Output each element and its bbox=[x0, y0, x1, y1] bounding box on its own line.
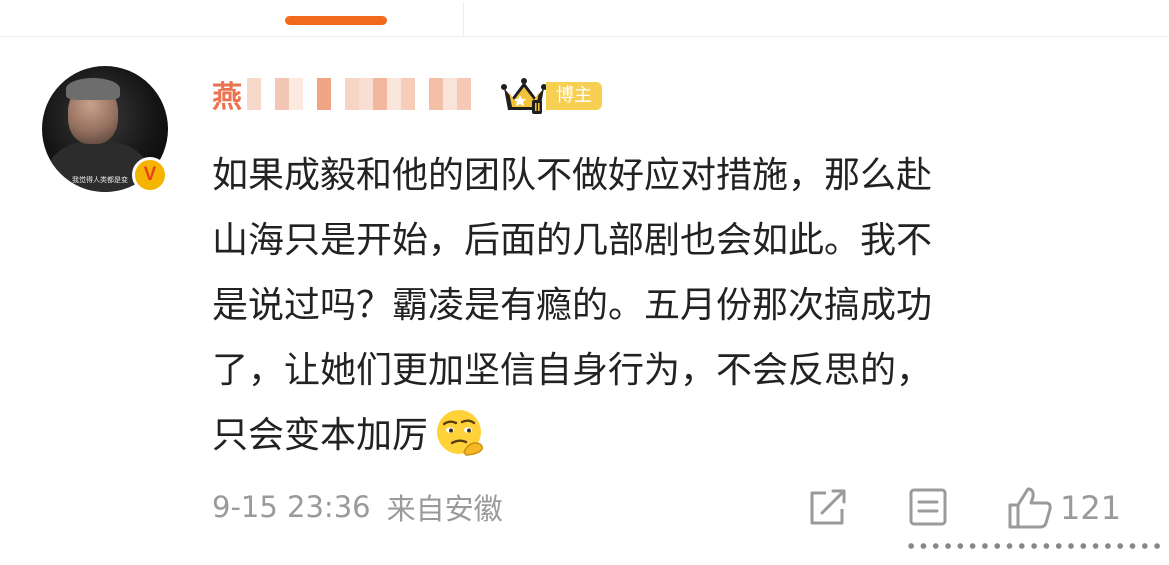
body-line-5-text: 只会变本加厉 bbox=[212, 415, 429, 456]
author-name-text: 燕 bbox=[212, 80, 243, 115]
dotted-watermark bbox=[905, 541, 1161, 551]
active-tab-indicator bbox=[285, 16, 387, 25]
name-mosaic-redaction bbox=[247, 78, 471, 110]
body-line-2: 山海只是开始，后面的几部剧也会如此。我不 bbox=[212, 220, 933, 261]
body-line-3: 是说过吗？霸凌是有瘾的。五月份那次搞成功 bbox=[212, 285, 933, 326]
author-name[interactable]: 燕 bbox=[212, 72, 471, 116]
like-count: 121 bbox=[1060, 489, 1122, 527]
verified-badge-icon: V bbox=[132, 157, 168, 193]
comment-body: 如果成毅和他的团队不做好应对措施，那么赴 山海只是开始，后面的几部剧也会如此。我… bbox=[212, 143, 1142, 468]
body-line-5: 只会变本加厉 bbox=[212, 403, 1142, 468]
timestamp: 9-15 23:36 bbox=[212, 490, 371, 524]
body-line-1: 如果成毅和他的团队不做好应对措施，那么赴 bbox=[212, 155, 933, 196]
comment-icon bbox=[909, 488, 947, 526]
avatar-hair bbox=[66, 78, 120, 100]
share-button[interactable] bbox=[806, 486, 850, 530]
comment-meta: 9-15 23:36 来自安徽 bbox=[212, 485, 503, 529]
source-location: 来自安徽 bbox=[386, 492, 503, 526]
tab-bar bbox=[0, 0, 1169, 37]
thinking-face-emoji bbox=[437, 410, 483, 456]
comment-button[interactable] bbox=[906, 486, 950, 530]
share-icon bbox=[810, 489, 846, 525]
avatar-caption: 我觉得人类都是变 bbox=[72, 176, 128, 184]
role-badge: 博主 bbox=[546, 82, 602, 110]
like-button[interactable]: 121 bbox=[1006, 486, 1121, 530]
body-line-4: 了，让她们更加坚信自身行为，不会反思的， bbox=[212, 350, 933, 391]
tab-divider bbox=[463, 2, 464, 36]
thumbs-up-icon bbox=[1008, 487, 1052, 529]
crown-vip-icon bbox=[501, 78, 547, 114]
weibo-comment-screen: 我觉得人类都是变 V 燕 博主 如果成毅和他的团队不做好应对措施，那么赴 山海只… bbox=[0, 0, 1169, 565]
